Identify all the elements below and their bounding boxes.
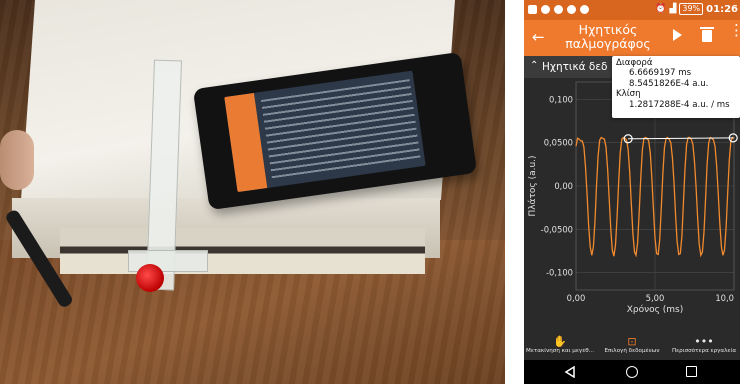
app-bar: ← Ηχητικός παλμογράφος ⋮ xyxy=(524,20,740,56)
move-resize-tool[interactable]: ✋ Μετακίνηση και μεγέθ... xyxy=(524,334,596,360)
app-title: Ηχητικός παλμογράφος xyxy=(565,22,651,51)
y-axis-label: Πλάτος (a.u.) xyxy=(528,155,538,216)
difference-title: Διαφορά xyxy=(616,58,653,68)
x-tick-label: 5,00 xyxy=(646,293,665,303)
measurement-tooltip: Διαφορά 6.6669197 ms 8.5451826E-4 a.u. Κ… xyxy=(612,56,740,118)
more-vertical-icon[interactable]: ⋮ xyxy=(729,23,740,38)
status-right: ⏰ ▟ 39% 01:26 xyxy=(655,3,738,15)
battery-indicator: 39% xyxy=(679,3,704,15)
y-tick-label: 0,0500 xyxy=(544,138,573,148)
phone-icon xyxy=(554,5,563,14)
y-tick-label: -0,0500 xyxy=(541,224,573,234)
phone-screen xyxy=(224,70,426,193)
move-resize-label: Μετακίνηση και μεγέθ... xyxy=(526,348,594,354)
slope-value: 1.2817288E-4 a.u. / ms xyxy=(629,99,730,110)
x-tick-label: 10,0 xyxy=(715,293,734,303)
play-icon[interactable] xyxy=(673,29,682,41)
difference-y: 8.5451826E-4 a.u. xyxy=(629,78,709,89)
alarm-icon: ⏰ xyxy=(655,4,667,14)
nav-recents-icon[interactable] xyxy=(686,366,697,377)
x-axis-label: Χρόνος (ms) xyxy=(627,304,684,315)
system-nav-bar xyxy=(524,360,740,384)
y-tick-label: -0,100 xyxy=(546,268,573,278)
more-horizontal-icon: ••• xyxy=(694,335,714,348)
nav-back-icon[interactable] xyxy=(564,366,576,378)
cloud-icon xyxy=(541,5,550,14)
chrome-icon xyxy=(567,5,576,14)
select-data-label: Επιλογή δεδομένων xyxy=(604,348,660,354)
more-tools-label: Περισσότερα εργαλεία xyxy=(671,348,737,354)
notification-icons xyxy=(528,5,589,14)
experiment-photo xyxy=(0,0,505,384)
graph-header-label: Ηχητικά δεδ xyxy=(542,61,608,73)
x-tick-label: 0,00 xyxy=(567,293,586,303)
status-bar: ⏰ ▟ 39% 01:26 xyxy=(524,0,740,20)
book-stack xyxy=(60,228,425,274)
select-data-tool[interactable]: ⊡ Επιλογή δεδομένων xyxy=(596,334,668,360)
nav-home-icon[interactable] xyxy=(626,366,638,378)
red-knob xyxy=(136,264,164,292)
trash-icon[interactable] xyxy=(700,27,714,42)
image-icon xyxy=(528,5,537,14)
slope-title: Κλίση xyxy=(616,89,641,100)
phone-text-lines xyxy=(260,79,421,180)
app-icon xyxy=(580,5,589,14)
bottom-toolbar: ✋ Μετακίνηση και μεγέθ... ⊡ Επιλογή δεδο… xyxy=(524,334,740,360)
y-tick-label: 0,100 xyxy=(549,94,573,104)
signal-icon: ▟ xyxy=(669,4,677,14)
y-tick-label: 0,00 xyxy=(554,181,573,191)
clock: 01:26 xyxy=(706,3,738,15)
finger xyxy=(0,130,34,190)
app-screen: ⏰ ▟ 39% 01:26 ← Ηχητικός παλμογράφος ⋮ ⌃… xyxy=(524,0,740,384)
difference-x: 6.6669197 ms xyxy=(629,68,692,79)
collapse-icon[interactable]: ⌃ xyxy=(530,60,538,71)
more-tools[interactable]: ••• Περισσότερα εργαλεία xyxy=(668,334,740,360)
select-data-icon: ⊡ xyxy=(627,335,637,348)
hand-icon: ✋ xyxy=(553,335,567,348)
arrow-left-icon[interactable]: ← xyxy=(532,28,545,46)
phone-orange-bar xyxy=(224,92,268,193)
